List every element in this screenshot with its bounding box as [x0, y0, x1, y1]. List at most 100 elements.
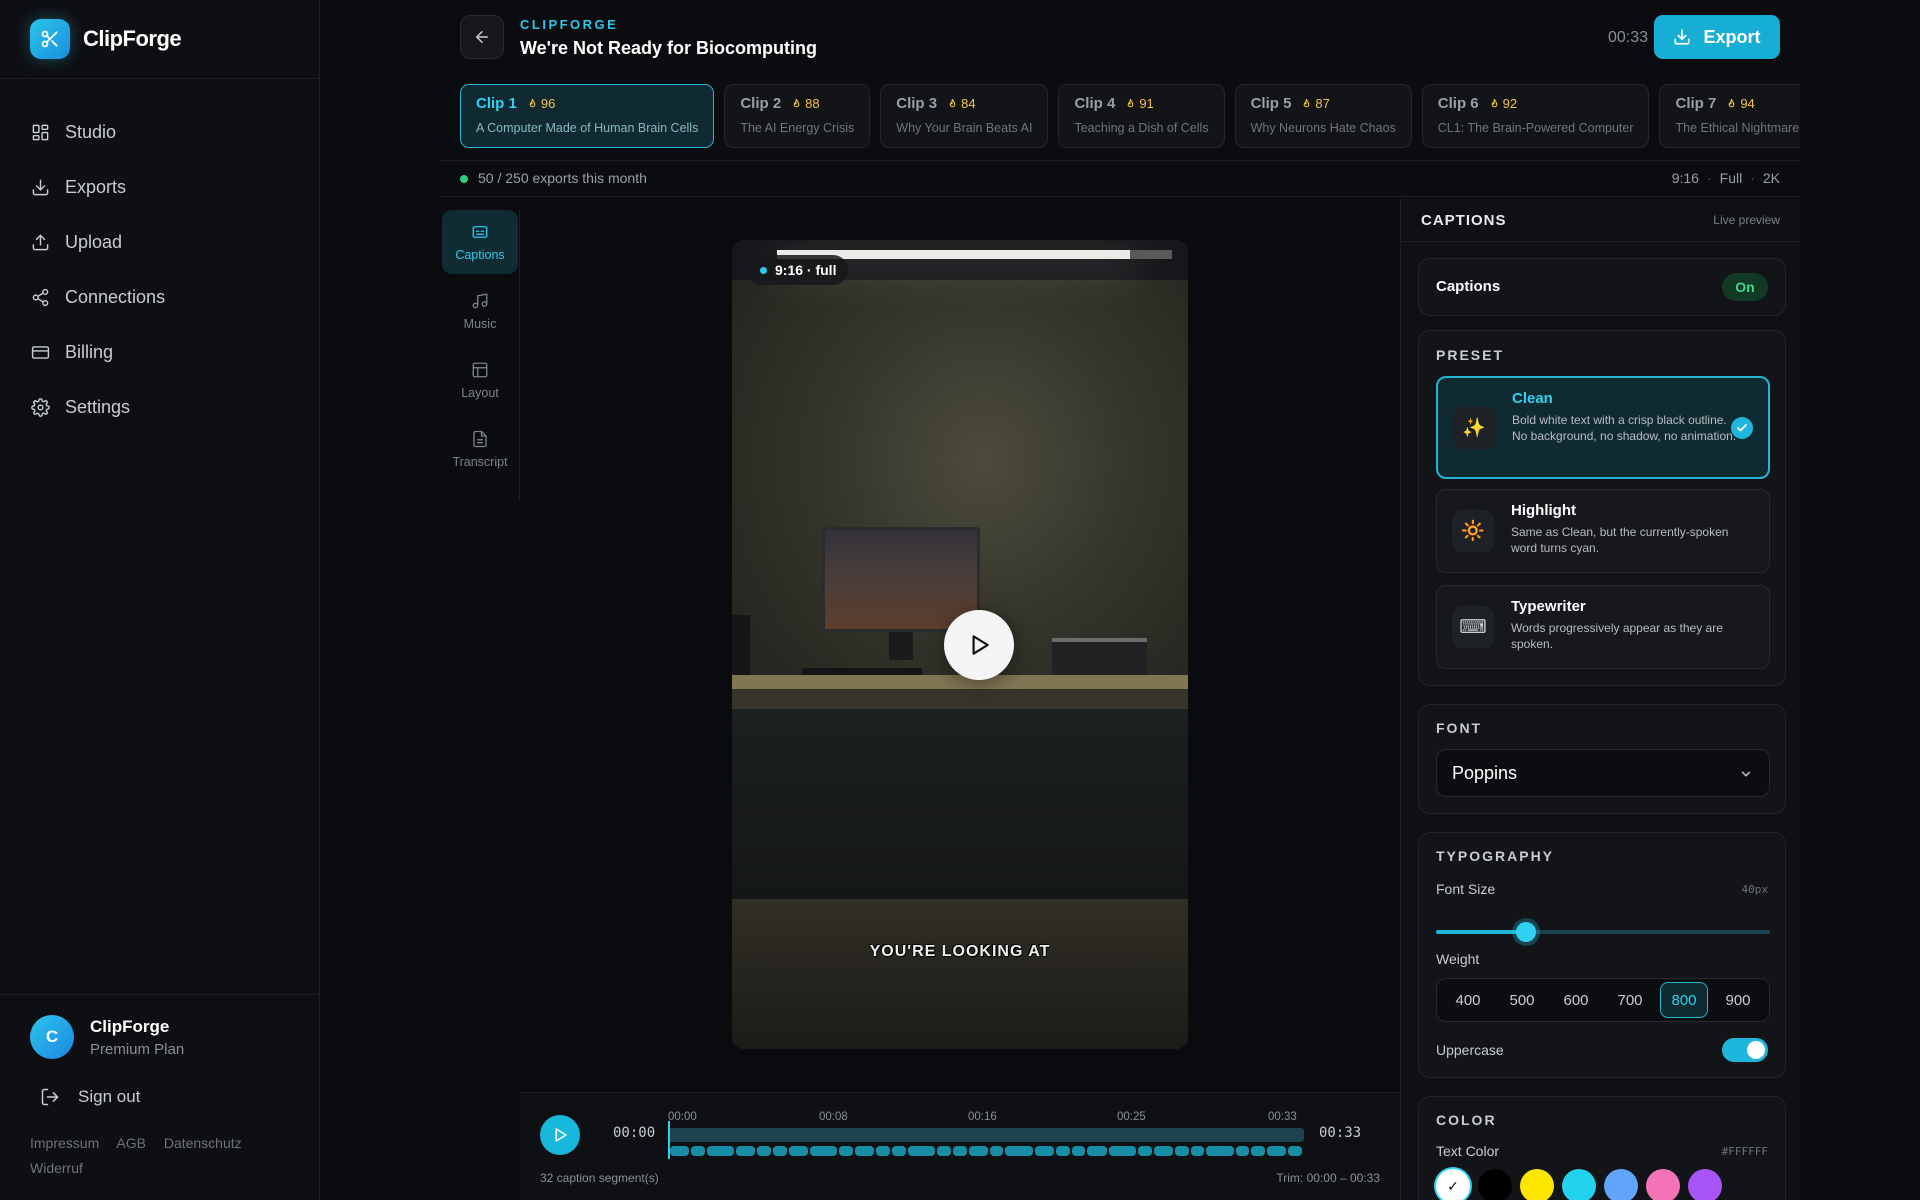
preset-desc: Bold white text with a crisp black outli…: [1512, 413, 1737, 443]
color-swatch[interactable]: [1478, 1169, 1512, 1200]
weight-label: Weight: [1436, 951, 1480, 967]
caption-segment[interactable]: [1071, 1146, 1086, 1156]
weight-option-700[interactable]: 700: [1606, 982, 1654, 1018]
video-preview[interactable]: 9:16 · full YOU'RE LOOKING AT: [732, 240, 1188, 1049]
captions-toggle[interactable]: On: [1722, 273, 1768, 301]
nav-item-settings[interactable]: Settings: [0, 380, 319, 435]
back-button[interactable]: [460, 15, 504, 59]
color-swatch[interactable]: [1646, 1169, 1680, 1200]
project-eyebrow: CLIPFORGE: [520, 17, 619, 32]
nav-label: Settings: [65, 397, 131, 417]
scene-desk: [732, 675, 1188, 689]
caption-segment[interactable]: [839, 1146, 854, 1156]
preset-card: PRESET ✨ Clean Bold white text with a cr…: [1418, 330, 1786, 686]
preset-name: Typewriter: [1511, 598, 1586, 615]
caption-segment[interactable]: [736, 1146, 756, 1156]
caption-segment[interactable]: [1206, 1146, 1234, 1156]
trim-range[interactable]: [668, 1128, 1304, 1142]
caption-segment[interactable]: [1251, 1146, 1266, 1156]
preset-typewriter[interactable]: ⌨ Typewriter Words progressively appear …: [1436, 585, 1770, 669]
clip-tab-6[interactable]: Clip 6 92 CL1: The Brain-Powered Computer: [1421, 84, 1650, 148]
nav-item-upload[interactable]: Upload: [0, 215, 319, 270]
caption-segment[interactable]: [952, 1146, 967, 1156]
clip-tab-7[interactable]: Clip 7 94 The Ethical Nightmare: [1659, 84, 1800, 148]
preset-clean[interactable]: ✨ Clean Bold white text with a crisp bla…: [1436, 376, 1770, 479]
timeline-play-button[interactable]: [540, 1115, 580, 1155]
caption-segment[interactable]: [1138, 1146, 1152, 1156]
nav-item-studio[interactable]: Studio: [0, 105, 319, 160]
caption-segment[interactable]: [1034, 1146, 1055, 1156]
caption-segment[interactable]: [968, 1146, 988, 1156]
caption-segment[interactable]: [1087, 1146, 1107, 1156]
weight-option-600[interactable]: 600: [1552, 982, 1600, 1018]
uppercase-label: Uppercase: [1436, 1042, 1504, 1058]
clip-tabs: Clip 1 96 A Computer Made of Human Brain C…: [460, 84, 1800, 150]
tool-layout[interactable]: Layout: [442, 348, 518, 412]
caption-segment[interactable]: [810, 1146, 838, 1156]
weight-option-800[interactable]: 800: [1660, 982, 1708, 1018]
preset-highlight[interactable]: 🔆 Highlight Same as Clean, but the curre…: [1436, 489, 1770, 573]
caption-segment[interactable]: [1005, 1146, 1033, 1156]
clip-tab-4[interactable]: Clip 4 91 Teaching a Dish of Cells: [1058, 84, 1225, 148]
clip-tab-3[interactable]: Clip 3 84 Why Your Brain Beats AI: [880, 84, 1049, 148]
widerruf-link[interactable]: Widerruf: [30, 1160, 83, 1176]
caption-segment[interactable]: [757, 1146, 772, 1156]
caption-segment[interactable]: [876, 1146, 891, 1156]
caption-segment[interactable]: [855, 1146, 875, 1156]
caption-segment[interactable]: [670, 1146, 690, 1156]
transcript-icon: [471, 430, 489, 448]
caption-segment[interactable]: [773, 1146, 787, 1156]
slider-thumb[interactable]: [1516, 922, 1537, 942]
color-swatch[interactable]: [1520, 1169, 1554, 1200]
color-swatch[interactable]: [1604, 1169, 1638, 1200]
agb-link[interactable]: AGB: [116, 1135, 146, 1151]
nav-item-billing[interactable]: Billing: [0, 325, 319, 380]
datenschutz-link[interactable]: Datenschutz: [164, 1135, 242, 1151]
brand[interactable]: ClipForge: [0, 0, 319, 79]
caption-segment[interactable]: [1108, 1146, 1137, 1156]
weight-option-400[interactable]: 400: [1444, 982, 1492, 1018]
caption-segment[interactable]: [1174, 1146, 1189, 1156]
clip-tab-1[interactable]: Clip 1 96 A Computer Made of Human Brain C…: [460, 84, 715, 148]
color-swatch[interactable]: [1562, 1169, 1596, 1200]
weight-option-500[interactable]: 500: [1498, 982, 1546, 1018]
tool-music[interactable]: Music: [442, 279, 518, 343]
caption-segment[interactable]: [937, 1146, 951, 1156]
export-button[interactable]: Export: [1654, 15, 1780, 59]
caption-segment[interactable]: [989, 1146, 1004, 1156]
font-select[interactable]: Poppins: [1436, 749, 1770, 797]
caption-segment[interactable]: [1056, 1146, 1070, 1156]
caption-segment[interactable]: [892, 1146, 906, 1156]
user-profile[interactable]: C ClipForge Premium Plan: [0, 995, 320, 1059]
caption-segment[interactable]: [788, 1146, 809, 1156]
caption-segment[interactable]: [706, 1146, 735, 1156]
tool-transcript[interactable]: Transcript: [442, 417, 518, 481]
timeline-track[interactable]: 00:00 00:08 00:16 00:25 00:33: [668, 1111, 1304, 1161]
caption-segment[interactable]: [1153, 1146, 1173, 1156]
clip-name: Clip 1: [476, 95, 517, 112]
timeline-tick: 00:25: [1117, 1111, 1146, 1123]
share-icon: [30, 288, 50, 308]
preset-desc: Same as Clean, but the currently-spoken …: [1511, 525, 1729, 555]
impressum-link[interactable]: Impressum: [30, 1135, 99, 1151]
uppercase-toggle[interactable]: [1722, 1038, 1768, 1062]
caption-segment[interactable]: [1288, 1146, 1303, 1156]
caption-segment[interactable]: [1267, 1146, 1287, 1156]
nav-item-exports[interactable]: Exports: [0, 160, 319, 215]
sign-out-button[interactable]: Sign out: [40, 1087, 320, 1107]
font-size-slider[interactable]: [1436, 921, 1770, 943]
caption-segment[interactable]: [1190, 1146, 1205, 1156]
nav-item-connections[interactable]: Connections: [0, 270, 319, 325]
timeline-tick: 00:08: [819, 1111, 848, 1123]
tool-captions[interactable]: Captions: [442, 210, 518, 274]
caption-segment[interactable]: [691, 1146, 705, 1156]
clip-tab-5[interactable]: Clip 5 87 Why Neurons Hate Chaos: [1234, 84, 1412, 148]
play-button[interactable]: [944, 610, 1014, 680]
caption-segment[interactable]: [907, 1146, 936, 1156]
clip-tab-2[interactable]: Clip 2 88 The AI Energy Crisis: [724, 84, 871, 148]
weight-option-900[interactable]: 900: [1714, 982, 1762, 1018]
color-swatch[interactable]: ✓: [1436, 1169, 1470, 1200]
color-swatch[interactable]: [1688, 1169, 1722, 1200]
playhead[interactable]: [668, 1121, 670, 1159]
caption-segment[interactable]: [1235, 1146, 1250, 1156]
